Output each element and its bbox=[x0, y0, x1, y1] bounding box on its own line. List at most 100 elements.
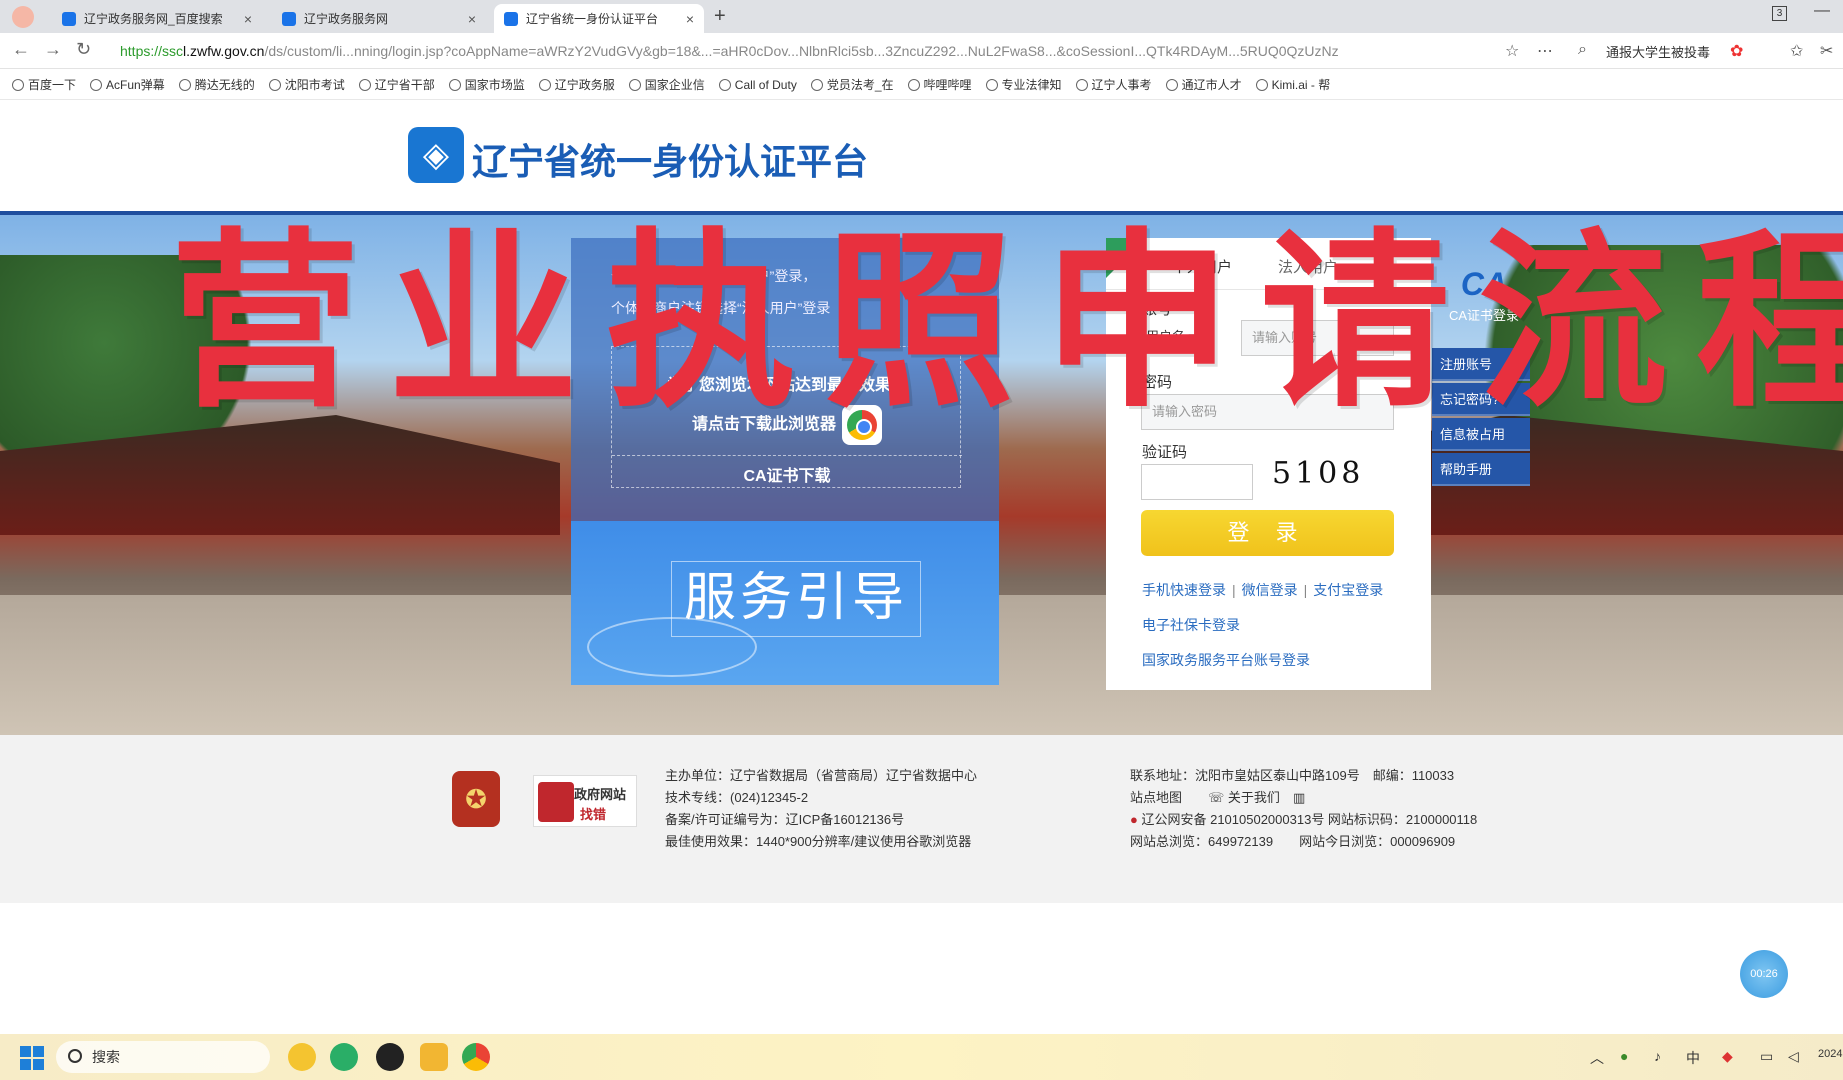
bookmark-item[interactable]: Kimi.ai - 帮 bbox=[1255, 76, 1331, 93]
favorites-icon[interactable]: ✩ bbox=[1790, 41, 1803, 61]
captcha-image[interactable]: 5108 bbox=[1272, 456, 1364, 491]
bookmark-label: 国家企业信 bbox=[644, 78, 705, 92]
bookmark-label: AcFun弹幕 bbox=[106, 78, 165, 92]
stats-icon[interactable]: ▥ bbox=[1293, 790, 1305, 805]
bookmark-label: Kimi.ai - 帮 bbox=[1271, 78, 1331, 92]
wechat-login-link[interactable]: 微信登录 bbox=[1242, 582, 1298, 598]
bookmark-label: 通辽市人才 bbox=[1181, 78, 1242, 92]
forward-icon[interactable]: → bbox=[44, 39, 62, 60]
best-view-note: 最佳使用效果：1440*900分辨率/建议使用谷歌浏览器 bbox=[665, 834, 972, 849]
bookmark-label: Call of Duty bbox=[734, 77, 797, 92]
browser-tab-2[interactable]: 辽宁政务服务网 × bbox=[272, 4, 486, 33]
bookmark-item[interactable]: 腾达无线的 bbox=[178, 76, 255, 93]
gov-site-error-badge[interactable]: 政府网站 找错 bbox=[533, 775, 637, 827]
bookmark-item[interactable]: Call of Duty bbox=[718, 77, 797, 92]
url-host: l.zwfw.gov.cn bbox=[183, 43, 265, 59]
taskbar-clock[interactable]: 2024 bbox=[1818, 1048, 1842, 1060]
service-guide-title[interactable]: 服务引导 bbox=[671, 561, 921, 637]
captcha-label: 验证码 bbox=[1142, 444, 1188, 461]
bookmark-item[interactable]: 哔哩哔哩 bbox=[907, 76, 972, 93]
back-icon[interactable]: ← bbox=[12, 39, 30, 60]
sitemap-link[interactable]: 站点地图 bbox=[1130, 790, 1182, 805]
tab-label: 辽宁政务服务网_百度搜索 bbox=[84, 12, 223, 26]
profile-avatar-icon[interactable] bbox=[12, 6, 34, 28]
hotline: 技术专线：(024)12345-2 bbox=[665, 790, 809, 805]
minimize-icon[interactable]: — bbox=[1814, 2, 1830, 20]
bookmark-item[interactable]: 辽宁人事考 bbox=[1075, 76, 1152, 93]
language-icon[interactable]: 中 bbox=[1686, 1048, 1700, 1068]
login-button[interactable]: 登 录 bbox=[1141, 510, 1394, 556]
social-card-login-link[interactable]: 电子社保卡登录 bbox=[1142, 615, 1240, 635]
total-visits: 网站总浏览：649972139 bbox=[1130, 834, 1274, 849]
more-icon[interactable]: ⋯ bbox=[1537, 41, 1553, 61]
trending-search-text[interactable]: 通报大学生被投毒 bbox=[1606, 42, 1710, 61]
party-government-emblem-icon[interactable]: ✪ bbox=[452, 771, 500, 827]
close-icon[interactable]: × bbox=[468, 11, 476, 27]
extension-icon[interactable]: ✿ bbox=[1730, 41, 1743, 61]
file-explorer-icon[interactable] bbox=[420, 1043, 448, 1071]
footer-info-right: 联系地址：沈阳市皇姑区泰山中路109号 邮编：110033 站点地图 ☏ 关于我… bbox=[1130, 765, 1477, 853]
search-icon[interactable]: ⌕ bbox=[1578, 41, 1587, 59]
alt-login-links: 手机快速登录 | 微信登录 | 支付宝登录 bbox=[1142, 582, 1384, 598]
contact-address: 联系地址：沈阳市皇姑区泰山中路109号 邮编：110033 bbox=[1130, 768, 1455, 783]
footer-info-left: 主办单位：辽宁省数据局（省营商局）辽宁省数据中心 技术专线：(024)12345… bbox=[665, 765, 977, 853]
tray-app-icon[interactable]: ● bbox=[1620, 1048, 1628, 1064]
bookmark-item[interactable]: AcFun弹幕 bbox=[90, 76, 165, 93]
national-platform-login-link[interactable]: 国家政务服务平台账号登录 bbox=[1142, 650, 1310, 670]
new-tab-button[interactable]: + bbox=[714, 5, 726, 28]
browser-tab-3-active[interactable]: 辽宁省统一身份认证平台 × bbox=[494, 4, 704, 33]
tools-icon[interactable]: ✂ bbox=[1820, 41, 1833, 61]
wechat-icon[interactable] bbox=[330, 1043, 358, 1071]
start-menu-icon[interactable] bbox=[20, 1046, 44, 1070]
url-input[interactable]: https://sscl.zwfw.gov.cn/ds/custom/li...… bbox=[120, 38, 1540, 64]
close-icon[interactable]: × bbox=[244, 11, 252, 27]
network-icon[interactable]: ▭ bbox=[1760, 1048, 1773, 1065]
qq-icon[interactable] bbox=[376, 1043, 404, 1071]
bookmark-icon bbox=[1165, 78, 1178, 91]
bookmark-item[interactable]: 辽宁政务服 bbox=[538, 76, 615, 93]
volume-icon[interactable]: ◁ bbox=[1788, 1048, 1799, 1065]
browser-icon[interactable] bbox=[462, 1043, 490, 1071]
browser-tab-1[interactable]: 辽宁政务服务网_百度搜索 × bbox=[52, 4, 262, 33]
address-bar: ← → ↻ https://sscl.zwfw.gov.cn/ds/custom… bbox=[0, 33, 1843, 69]
tab-count-badge[interactable]: 3 bbox=[1772, 6, 1787, 21]
reload-icon[interactable]: ↻ bbox=[76, 39, 91, 60]
phone-login-link[interactable]: 手机快速登录 bbox=[1142, 582, 1226, 598]
security-record: 辽公网安备 21010502000313号 网站标识码：2100000118 bbox=[1141, 812, 1478, 827]
bookmark-item[interactable]: 国家市场监 bbox=[448, 76, 525, 93]
close-icon[interactable]: × bbox=[686, 11, 694, 27]
icp-record: 备案/许可证编号为：辽ICP备16012136号 bbox=[665, 812, 905, 827]
service-guide-banner[interactable]: 服务引导 bbox=[571, 521, 999, 685]
antivirus-icon[interactable]: ◆ bbox=[1722, 1048, 1733, 1065]
bookmark-item[interactable]: 国家企业信 bbox=[628, 76, 705, 93]
help-manual-button[interactable]: 帮助手册 bbox=[1432, 453, 1530, 486]
bookmark-item[interactable]: 党员法考_在 bbox=[810, 76, 894, 93]
bookmark-item[interactable]: 百度一下 bbox=[12, 76, 76, 93]
star-icon[interactable]: ☆ bbox=[1505, 41, 1519, 61]
bookmark-label: 党员法考_在 bbox=[826, 78, 894, 92]
bookmark-icon bbox=[810, 78, 823, 91]
bookmark-icon bbox=[12, 78, 24, 91]
app-icon[interactable] bbox=[288, 1043, 316, 1071]
ca-download-link[interactable]: CA证书下载 bbox=[612, 455, 962, 486]
bookmark-icon bbox=[985, 78, 998, 91]
taskbar-search[interactable]: 搜索 bbox=[56, 1041, 270, 1073]
about-us-link[interactable]: 关于我们 bbox=[1228, 790, 1280, 805]
bookmark-icon bbox=[90, 78, 103, 91]
bookmark-item[interactable]: 专业法律知 bbox=[985, 76, 1062, 93]
bookmark-item[interactable]: 通辽市人才 bbox=[1165, 76, 1242, 93]
video-title-overlay: 营业执照申请流程 bbox=[170, 212, 1843, 433]
alipay-login-link[interactable]: 支付宝登录 bbox=[1313, 582, 1383, 598]
bookmark-icon bbox=[268, 78, 281, 91]
bookmark-icon bbox=[538, 78, 551, 91]
bookmark-item[interactable]: 沈阳市考试 bbox=[268, 76, 345, 93]
microphone-icon[interactable]: ♪ bbox=[1654, 1048, 1661, 1064]
bookmark-label: 沈阳市考试 bbox=[284, 78, 345, 92]
bookmark-label: 辽宁政务服 bbox=[554, 78, 615, 92]
recording-timer[interactable]: 00:26 bbox=[1740, 950, 1788, 998]
chevron-up-icon[interactable]: ︿ bbox=[1590, 1048, 1604, 1068]
captcha-input[interactable] bbox=[1141, 464, 1253, 500]
bookmark-item[interactable]: 辽宁省干部 bbox=[358, 76, 435, 93]
find-error-label: 找错 bbox=[580, 807, 607, 822]
bookmark-label: 国家市场监 bbox=[464, 78, 525, 92]
